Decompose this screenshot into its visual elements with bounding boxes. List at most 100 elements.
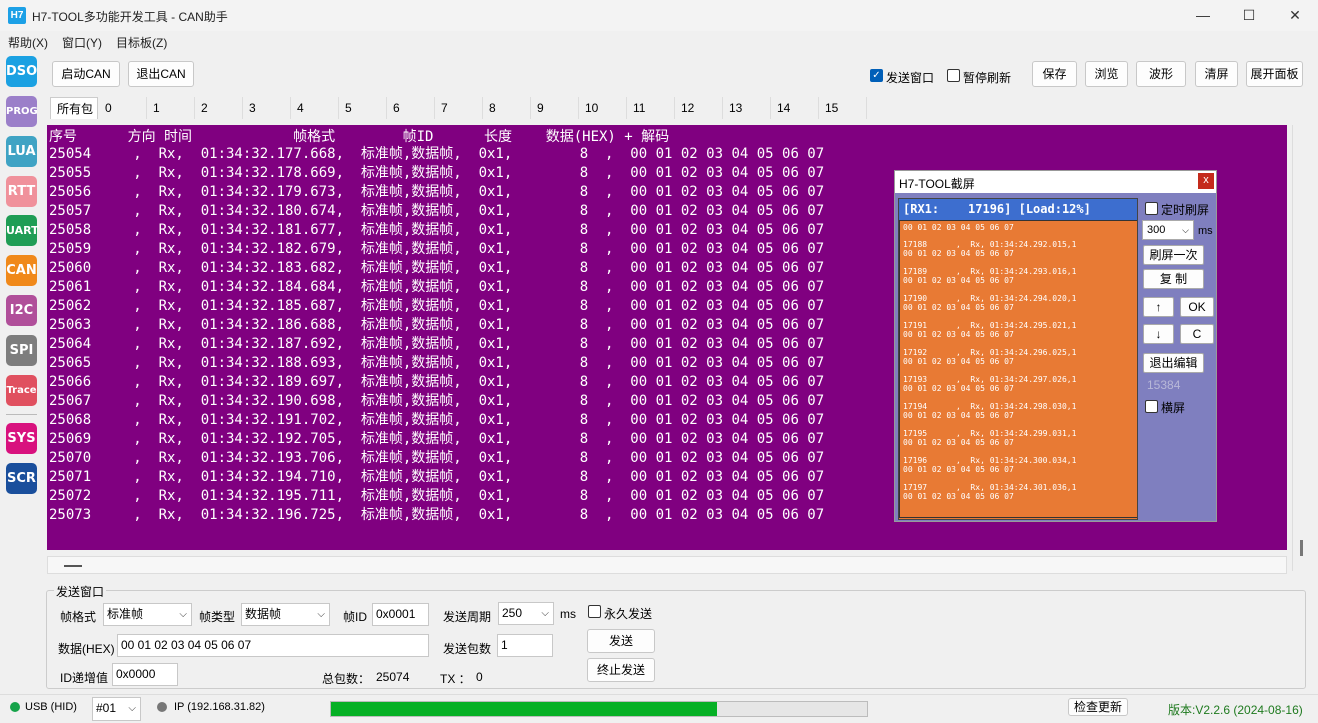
refresh-once-button[interactable]: 刷屏一次 [1143,245,1204,265]
tab-channel-7[interactable]: 7 [435,97,483,119]
tab-channel-8[interactable]: 8 [483,97,531,119]
id-increment-label: ID递增值 [60,671,109,685]
log-row: 25067 , Rx, 01:34:32.190.698, 标准帧,数据帧, 0… [49,393,825,409]
tab-channel-11[interactable]: 11 [627,97,675,119]
minimize-button[interactable]: — [1180,0,1226,31]
rtt-module-icon[interactable]: RTT [6,176,37,207]
menu-target-board[interactable]: 目标板(Z) [116,34,167,51]
frame-format-select[interactable]: 标准帧 ⌵ [103,603,192,626]
log-row: 25073 , Rx, 01:34:32.196.725, 标准帧,数据帧, 0… [49,507,825,523]
tab-channel-4[interactable]: 4 [291,97,339,119]
tab-channel-5[interactable]: 5 [339,97,387,119]
tab-channel-1[interactable]: 1 [147,97,195,119]
log-row: 25071 , Rx, 01:34:32.194.710, 标准帧,数据帧, 0… [49,469,825,485]
c-button[interactable]: C [1180,324,1214,344]
maximize-button[interactable]: ☐ [1226,0,1272,31]
uart-module-icon[interactable]: UART [6,215,39,246]
log-row: 25063 , Rx, 01:34:32.186.688, 标准帧,数据帧, 0… [49,317,825,333]
send-count-input[interactable]: 1 [497,634,553,657]
exit-can-button[interactable]: 退出CAN [128,61,194,87]
log-row: 25062 , Rx, 01:34:32.185.687, 标准帧,数据帧, 0… [49,298,825,314]
menu-window[interactable]: 窗口(Y) [62,34,102,51]
log-horizontal-scrollbar[interactable] [47,556,1287,574]
tab-all-packets[interactable]: 所有包 [50,97,98,119]
can-module-icon[interactable]: CAN [6,255,37,286]
chevron-down-icon: ⌵ [317,609,325,620]
log-row: 25056 , Rx, 01:34:32.179.673, 标准帧,数据帧, 0… [49,184,825,200]
screenshot-popup: H7-TOOL截屏 x [RX1: 17196] [Load:12%] 00 0… [894,170,1217,522]
lua-module-icon[interactable]: LUA [6,136,37,167]
frame-id-input[interactable]: 0x0001 [372,603,429,626]
device-select[interactable]: #01 ⌵ [92,697,141,721]
tab-channel-10[interactable]: 10 [579,97,627,119]
waveform-button[interactable]: 波形 [1136,61,1186,87]
screen-line: 00 01 02 03 04 05 06 07 [903,384,1014,393]
send-button[interactable]: 发送 [587,629,655,653]
tab-channel-3[interactable]: 3 [243,97,291,119]
frame-format-label: 帧格式 [60,610,97,624]
log-vertical-scrollbar[interactable] [1292,125,1308,571]
close-button[interactable]: ✕ [1272,0,1318,31]
save-button[interactable]: 保存 [1032,61,1077,87]
scr-module-icon[interactable]: SCR [6,463,37,494]
down-arrow-button[interactable]: ↓ [1143,324,1174,344]
pause-refresh-checkbox[interactable] [947,69,960,82]
send-period-value: 250 [502,606,523,620]
tab-channel-13[interactable]: 13 [723,97,771,119]
check-update-button[interactable]: 检查更新 [1068,698,1128,716]
total-packets-value: 25074 [376,670,410,684]
progress-fill [331,702,717,716]
frame-format-value: 标准帧 [107,607,144,621]
tab-channel-0[interactable]: 0 [99,97,147,119]
forever-send-checkbox[interactable] [588,605,601,618]
landscape-checkbox[interactable] [1145,400,1158,413]
tab-channel-2[interactable]: 2 [195,97,243,119]
send-period-label: 发送周期 [443,610,492,624]
copy-button[interactable]: 复 制 [1143,269,1204,289]
landscape-label: 横屏 [1161,401,1186,415]
screen-line: 17188 , Rx, 01:34:24.292.015,1 [903,240,1077,249]
ok-button[interactable]: OK [1180,297,1214,317]
expand-panel-button[interactable]: 展开面板 [1246,61,1303,87]
send-period-select[interactable]: 250 ⌵ [498,602,554,625]
screen-line: 00 01 02 03 04 05 06 07 [903,330,1014,339]
dso-module-icon[interactable]: DSO [6,56,37,87]
popup-close-button[interactable]: x [1198,173,1214,189]
tab-channel-9[interactable]: 9 [531,97,579,119]
prog-module-icon[interactable]: PROG [6,96,38,127]
scroll-thumb[interactable] [64,565,82,567]
up-arrow-button[interactable]: ↑ [1143,297,1174,317]
tab-channel-12[interactable]: 12 [675,97,723,119]
data-hex-input[interactable]: 00 01 02 03 04 05 06 07 [117,634,429,657]
chevron-down-icon: ⌵ [128,703,136,714]
clear-screen-button[interactable]: 清屏 [1195,61,1238,87]
browse-button[interactable]: 浏览 [1085,61,1128,87]
exit-edit-button[interactable]: 退出编辑 [1143,353,1204,373]
start-can-button[interactable]: 启动CAN [52,61,120,87]
spi-module-icon[interactable]: SPI [6,335,37,366]
interval-unit: ms [1198,225,1213,237]
id-increment-input[interactable]: 0x0000 [112,663,178,686]
tab-channel-15[interactable]: 15 [819,97,867,119]
stop-send-button[interactable]: 终止发送 [587,658,655,682]
chevron-down-icon: ⌵ [179,609,187,620]
trace-module-icon[interactable]: Trace [6,375,37,406]
screen-line: 00 01 02 03 04 05 06 07 [903,438,1014,447]
tab-channel-6[interactable]: 6 [387,97,435,119]
popup-title-bar[interactable]: H7-TOOL截屏 x [895,171,1216,193]
log-row: 25070 , Rx, 01:34:32.193.706, 标准帧,数据帧, 0… [49,450,825,466]
tab-channel-14[interactable]: 14 [771,97,819,119]
forever-send-label: 永久发送 [604,607,653,621]
channel-tabs: 所有包 0 1 2 3 4 5 6 7 8 9 10 11 12 13 14 1… [50,97,867,119]
log-row: 25058 , Rx, 01:34:32.181.677, 标准帧,数据帧, 0… [49,222,825,238]
send-window-checkbox[interactable]: ✓ [870,69,883,82]
sys-module-icon[interactable]: SYS [6,423,37,454]
menu-help[interactable]: 帮助(X) [8,34,48,51]
frame-type-select[interactable]: 数据帧 ⌵ [241,603,330,626]
refresh-interval-select[interactable]: 300 ⌵ [1142,220,1194,240]
scroll-thumb[interactable] [1300,540,1303,556]
send-count-label: 发送包数 [443,642,492,656]
i2c-module-icon[interactable]: I2C [6,295,37,326]
timed-refresh-checkbox[interactable] [1145,202,1158,215]
counter-value: 15384 [1147,378,1181,392]
